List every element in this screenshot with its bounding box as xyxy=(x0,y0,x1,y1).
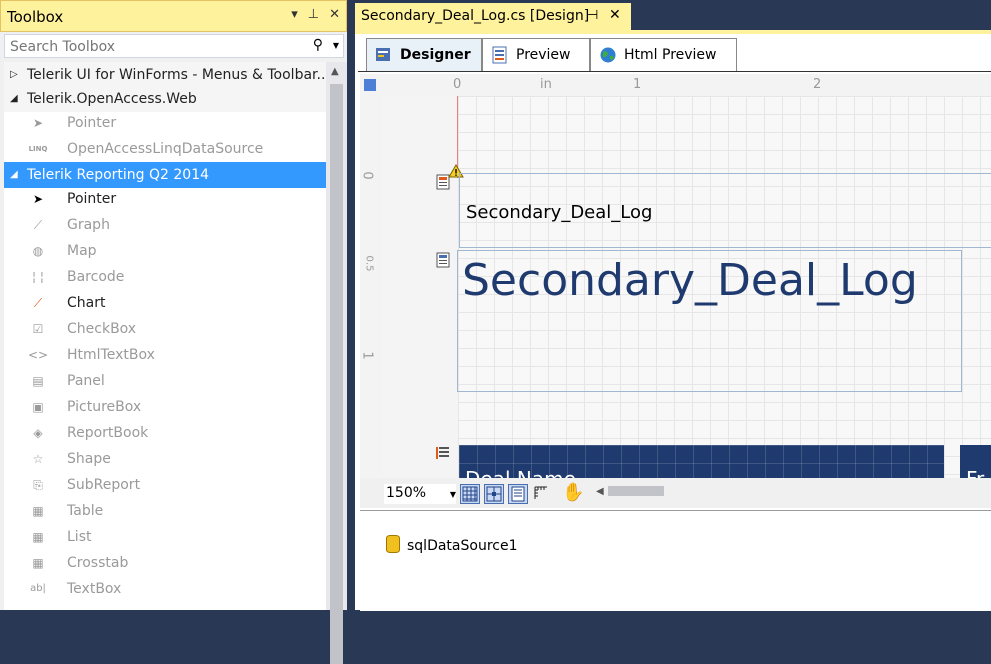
pan-hand-icon[interactable]: ✋ xyxy=(562,482,584,503)
snap-to-grid-button[interactable] xyxy=(484,484,504,504)
chevron-down-icon[interactable]: ▼ xyxy=(450,490,456,499)
close-tab-icon[interactable]: ✕ xyxy=(609,7,621,23)
window-position-dropdown-icon[interactable]: ▾ xyxy=(291,7,298,22)
toolbox-item-openaccesslinqdatasource[interactable]: LINQ OpenAccessLinqDataSource xyxy=(4,136,326,162)
toolbox-group-openaccess-web[interactable]: ◢ Telerik.OpenAccess.Web xyxy=(4,86,326,112)
show-grid-button[interactable] xyxy=(460,484,480,504)
search-options-dropdown-icon[interactable]: ▼ xyxy=(333,41,339,50)
reportbook-icon: ◈ xyxy=(33,426,43,440)
grid-icon xyxy=(462,486,478,502)
shape-icon: ☆ xyxy=(32,452,44,466)
toolbox-title: Toolbox xyxy=(7,8,64,26)
toolbox-item-pointer[interactable]: ➤ Pointer xyxy=(4,186,326,212)
tabs-baseline xyxy=(358,71,991,72)
horizontal-scrollbar-thumb[interactable] xyxy=(608,486,664,496)
tab-designer[interactable]: Designer xyxy=(366,38,482,71)
panel-icon: ▤ xyxy=(32,374,44,388)
pointer-icon: ➤ xyxy=(32,192,44,206)
toolbox-item-picturebox[interactable]: ▣ PictureBox xyxy=(4,394,326,420)
page-header-textbox[interactable]: Secondary_Deal_Log xyxy=(459,173,991,248)
toolbox-item-list[interactable]: ▦ List xyxy=(4,524,326,550)
column-header-deal-name[interactable]: Deal Name xyxy=(459,445,944,478)
collapse-arrow-icon[interactable]: ◢ xyxy=(10,162,22,188)
snap-to-snaplines-button[interactable] xyxy=(508,484,528,504)
toolbox-item-barcode[interactable]: ¦ ¦ Barcode xyxy=(4,264,326,290)
toolbox-item-crosstab[interactable]: ▦ Crosstab xyxy=(4,550,326,576)
toolbox-item-checkbox[interactable]: ☑ CheckBox xyxy=(4,316,326,342)
toolbox-item-subreport[interactable]: ⎘ SubReport xyxy=(4,472,326,498)
database-icon xyxy=(386,535,400,553)
vertical-ruler: 0 0.5 1 xyxy=(360,96,382,478)
toolbox-group-telerik-reporting[interactable]: ◢ Telerik Reporting Q2 2014 xyxy=(4,162,326,188)
expand-arrow-icon[interactable]: ▷ xyxy=(10,62,22,88)
document-tab-strip-line xyxy=(355,30,991,34)
collapse-arrow-icon[interactable]: ◢ xyxy=(10,86,22,112)
toolbox-group-winforms-menus[interactable]: ▷ Telerik UI for WinForms - Menus & Tool… xyxy=(4,62,326,88)
toolbox-search-input[interactable] xyxy=(8,37,302,57)
toolbox-item-chart[interactable]: ⟋ Chart xyxy=(4,290,326,316)
toolbox-title-bar: Toolbox ▾ ⊥ ✕ xyxy=(0,0,347,32)
toolbox-list: ▷ Telerik UI for WinForms - Menus & Tool… xyxy=(4,62,326,610)
pointer-icon: ➤ xyxy=(32,116,44,130)
ruler-corner-button[interactable] xyxy=(364,79,376,91)
scroll-left-icon[interactable]: ◀ xyxy=(596,486,604,497)
textbox-icon: ab| xyxy=(30,583,46,594)
picturebox-icon: ▣ xyxy=(32,400,44,414)
dimensions-button[interactable] xyxy=(532,484,552,504)
toolbox-item-htmltextbox[interactable]: <> HtmlTextBox xyxy=(4,342,326,368)
htmltextbox-icon: <> xyxy=(27,348,49,362)
toolbox-search-box[interactable]: ⚲ ▼ xyxy=(4,34,344,58)
subreport-icon: ⎘ xyxy=(33,478,43,492)
scrollbar-thumb[interactable] xyxy=(330,84,343,664)
map-icon: ◍ xyxy=(32,244,44,258)
scroll-up-icon[interactable]: ▲ xyxy=(331,66,339,77)
document-tab[interactable]: Secondary_Deal_Log.cs [Design] ⊣ ✕ xyxy=(355,3,631,30)
designer-icon xyxy=(376,48,390,61)
toolbox-item-panel[interactable]: ▤ Panel xyxy=(4,368,326,394)
list-icon: ▦ xyxy=(32,530,44,544)
toolbox-item-shape[interactable]: ☆ Shape xyxy=(4,446,326,472)
toolbox-item-reportbook[interactable]: ◈ ReportBook xyxy=(4,420,326,446)
toolbox-scrollbar[interactable]: ▲ xyxy=(326,62,347,664)
graph-icon: ⟋ xyxy=(33,218,43,232)
designer-toolbar: 150% ▼ ✋ ◀ xyxy=(360,478,991,508)
report-header-section-icon[interactable] xyxy=(436,252,450,268)
pin-icon[interactable]: ⊣ xyxy=(587,8,598,23)
globe-icon xyxy=(600,47,616,63)
toolbox-item-textbox[interactable]: ab| TextBox xyxy=(4,576,326,602)
search-icon[interactable]: ⚲ xyxy=(313,37,323,53)
tab-html-preview[interactable]: Html Preview xyxy=(590,38,737,71)
toolbox-panel: Toolbox ▾ ⊥ ✕ ⚲ ▼ ▷ Telerik UI for WinFo… xyxy=(0,0,347,664)
component-tray: sqlDataSource1 xyxy=(360,510,991,611)
linq-datasource-icon: LINQ xyxy=(28,145,48,153)
snap-icon xyxy=(486,486,502,502)
horizontal-ruler: 0 in 1 2 xyxy=(360,74,991,96)
checkbox-icon: ☑ xyxy=(32,322,44,336)
auto-hide-pin-icon[interactable]: ⊥ xyxy=(308,7,319,22)
report-title-textbox[interactable]: Secondary_Deal_Log xyxy=(457,250,962,392)
report-design-canvas[interactable]: 0 in 1 2 0 0.5 1 Secondary_Deal_Log Seco… xyxy=(360,74,991,478)
tab-preview[interactable]: Preview xyxy=(482,38,590,71)
component-sqldatasource[interactable]: sqlDataSource1 xyxy=(386,535,518,554)
zoom-dropdown[interactable]: 150% ▼ xyxy=(384,484,456,504)
table-icon: ▦ xyxy=(32,504,44,518)
barcode-icon: ¦ ¦ xyxy=(32,270,44,284)
document-tab-title: Secondary_Deal_Log.cs [Design] xyxy=(361,8,590,24)
toolbox-item-map[interactable]: ◍ Map xyxy=(4,238,326,264)
chart-icon: ⟋ xyxy=(33,296,43,310)
snaplines-icon xyxy=(511,486,525,502)
section-gutter xyxy=(382,96,458,478)
close-icon[interactable]: ✕ xyxy=(329,7,340,22)
column-header-second[interactable]: Fr xyxy=(960,445,991,478)
toolbox-item-pointer-openaccess[interactable]: ➤ Pointer xyxy=(4,110,326,136)
crosstab-icon: ▦ xyxy=(32,556,44,570)
toolbox-item-table[interactable]: ▦ Table xyxy=(4,498,326,524)
toolbox-item-graph[interactable]: ⟋ Graph xyxy=(4,212,326,238)
preview-icon xyxy=(492,46,507,64)
component-label: sqlDataSource1 xyxy=(407,538,518,554)
ruler-corner-icon xyxy=(534,486,547,499)
detail-section-icon[interactable] xyxy=(436,446,450,462)
